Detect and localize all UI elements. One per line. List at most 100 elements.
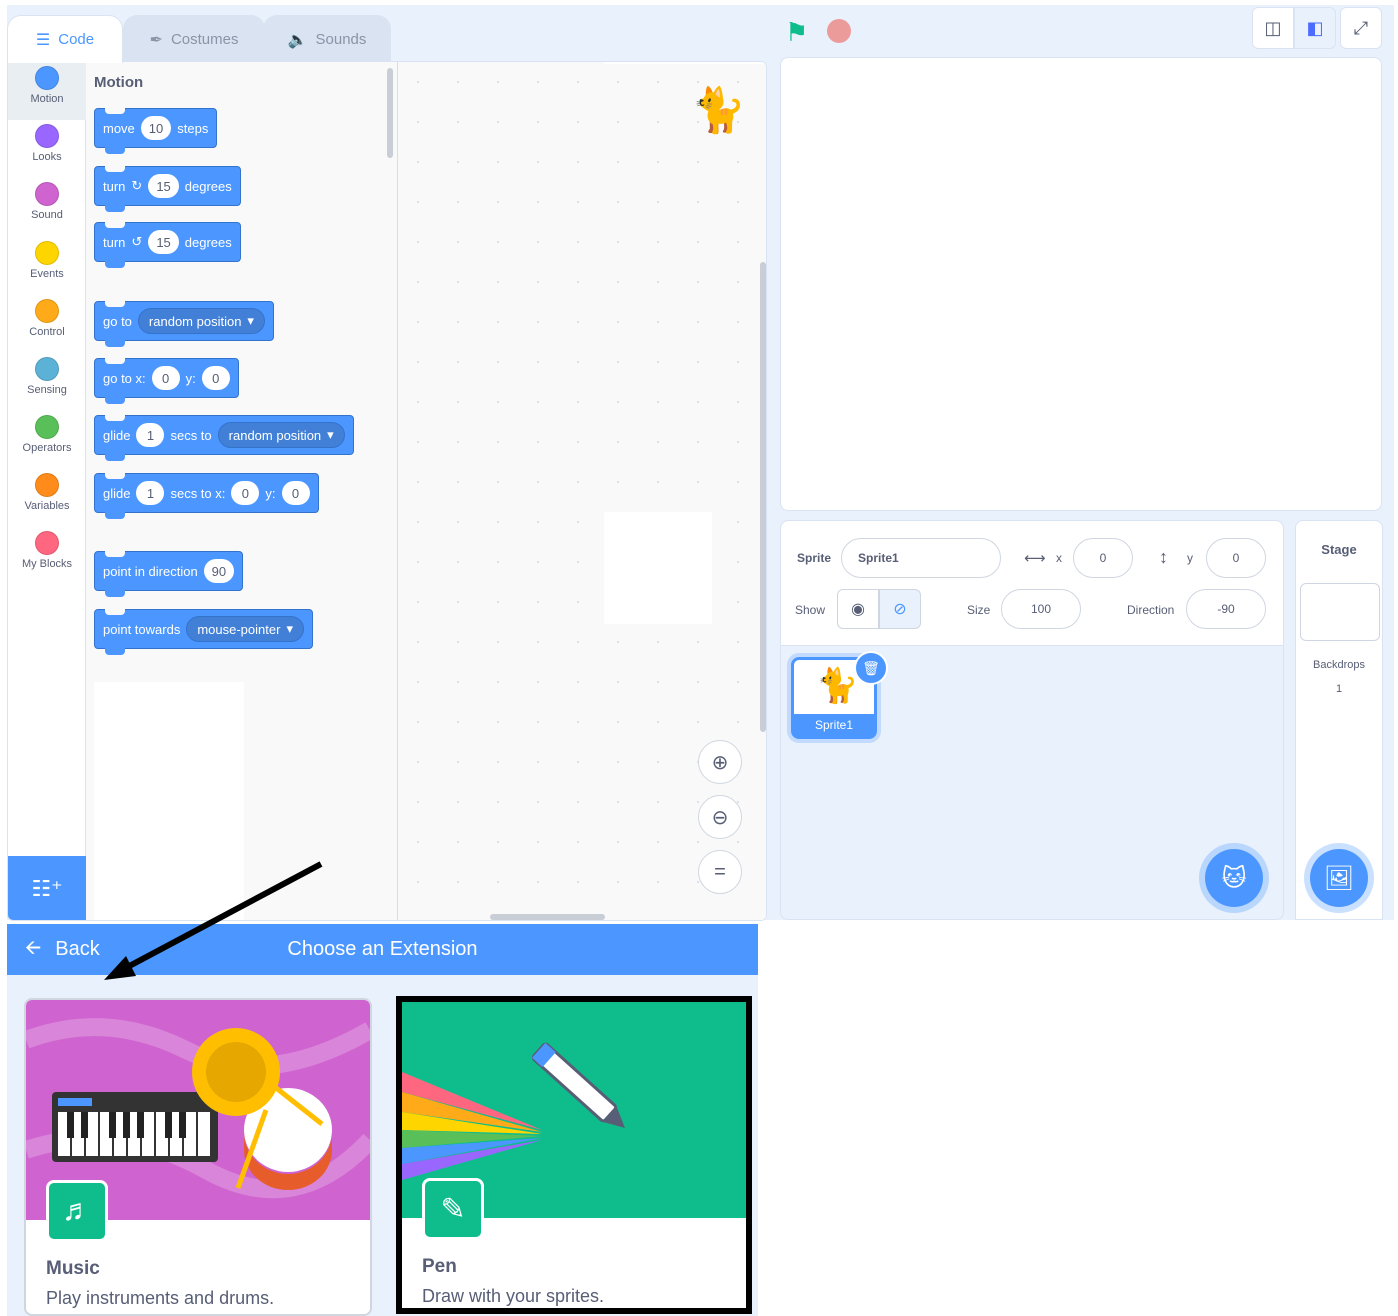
show-sprite-button[interactable]: ◉ bbox=[837, 589, 879, 629]
x-position-input[interactable]: 0 bbox=[1073, 538, 1133, 578]
sprite-name-input[interactable]: Sprite1 bbox=[841, 538, 1001, 578]
green-flag-icon: ⚑ bbox=[785, 17, 809, 47]
secs-input[interactable]: 1 bbox=[136, 481, 165, 505]
block-move-steps[interactable]: move 10 steps bbox=[94, 108, 218, 154]
redacted-strip bbox=[604, 62, 766, 64]
tab-costumes[interactable]: ✒ Costumes bbox=[123, 15, 265, 63]
size-input[interactable]: 100 bbox=[1001, 589, 1081, 629]
stage-selector[interactable]: Stage Backdrops 1 🖼 bbox=[1295, 520, 1383, 920]
eye-icon: ◉ bbox=[851, 601, 865, 618]
rotate-right-icon: ↻ bbox=[131, 178, 143, 193]
point-towards-dropdown[interactable]: mouse-pointer ▾ bbox=[186, 616, 304, 642]
script-area[interactable]: 🐈 ⊕ ⊖ = bbox=[398, 62, 766, 920]
caret-down-icon: ▾ bbox=[286, 621, 293, 636]
add-extension-button[interactable]: ☷⁺ bbox=[8, 856, 86, 920]
go-to-target-dropdown[interactable]: random position ▾ bbox=[137, 308, 265, 334]
category-sound[interactable]: Sound bbox=[8, 178, 86, 236]
block-palette: Motion move 10 steps turn ↻ 15 degrees t… bbox=[86, 62, 398, 920]
green-flag-button[interactable]: ⚑ bbox=[785, 17, 808, 48]
y-arrows-icon: ↕ bbox=[1159, 547, 1168, 567]
stop-button[interactable] bbox=[827, 19, 851, 43]
backdrops-count: 1 bbox=[1335, 683, 1343, 695]
x-input[interactable]: 0 bbox=[231, 481, 260, 505]
category-variables[interactable]: Variables bbox=[8, 469, 86, 527]
tab-sounds[interactable]: 🔈 Sounds bbox=[263, 15, 391, 63]
y-input[interactable]: 0 bbox=[201, 366, 230, 390]
y-position-input[interactable]: 0 bbox=[1206, 538, 1266, 578]
y-input[interactable]: 0 bbox=[281, 481, 310, 505]
events-dot-icon bbox=[35, 241, 59, 265]
zoom-reset-button[interactable]: = bbox=[698, 850, 742, 894]
sprite-label: Sprite bbox=[797, 551, 832, 565]
sprite-cat-icon: 🐈 bbox=[816, 667, 859, 705]
category-control[interactable]: Control bbox=[8, 295, 86, 353]
fullscreen-button[interactable]: ⤢ bbox=[1340, 7, 1382, 49]
scratch-editor-screenshot: ☰ Code ✒ Costumes 🔈 Sounds Motion Looks bbox=[0, 0, 1398, 1316]
category-motion[interactable]: Motion bbox=[8, 62, 86, 120]
pen-icon: ✎ bbox=[422, 1178, 484, 1240]
x-input[interactable]: 0 bbox=[151, 366, 180, 390]
extension-library-header: 🡨 Back Choose an Extension bbox=[7, 924, 758, 975]
category-sensing[interactable]: Sensing bbox=[8, 353, 86, 411]
extension-description: Play instruments and drums. bbox=[46, 1288, 275, 1308]
editor-tabs: ☰ Code ✒ Costumes 🔈 Sounds bbox=[7, 15, 767, 63]
code-icon: ☰ bbox=[35, 31, 51, 49]
category-events[interactable]: Events bbox=[8, 237, 86, 295]
direction-input[interactable]: 90 bbox=[203, 559, 235, 583]
control-dot-icon bbox=[35, 299, 59, 323]
add-sprite-icon: 🐱 bbox=[1221, 864, 1247, 892]
backdrops-label: Backdrops bbox=[1313, 659, 1365, 671]
eye-slash-icon: ⊘ bbox=[893, 601, 907, 618]
block-go-to-xy[interactable]: go to x: 0 y: 0 bbox=[94, 358, 239, 404]
large-stage-button[interactable]: ◧ bbox=[1294, 7, 1336, 49]
block-turn-right[interactable]: turn ↻ 15 degrees bbox=[94, 166, 241, 212]
size-label: Size bbox=[967, 603, 991, 617]
hide-sprite-button[interactable]: ⊘ bbox=[879, 589, 921, 629]
category-operators[interactable]: Operators bbox=[8, 411, 86, 469]
my-blocks-dot-icon bbox=[35, 531, 59, 555]
sprite-pane: Sprite Sprite1 ⟷ x 0 ↕ y 0 Show ◉ ⊘ Size… bbox=[780, 520, 1284, 920]
direction-input[interactable]: -90 bbox=[1186, 589, 1266, 629]
choose-backdrop-button[interactable]: 🖼 bbox=[1310, 849, 1368, 907]
zoom-in-button[interactable]: ⊕ bbox=[698, 740, 742, 784]
stage-thumbnail[interactable] bbox=[1300, 583, 1380, 641]
block-point-in-direction[interactable]: point in direction 90 bbox=[94, 551, 244, 597]
palette-section-title: Motion bbox=[94, 74, 144, 91]
block-glide-xy[interactable]: glide 1 secs to x: 0 y: 0 bbox=[94, 473, 319, 519]
sound-dot-icon bbox=[35, 182, 59, 206]
category-looks[interactable]: Looks bbox=[8, 120, 86, 178]
delete-sprite-button[interactable]: 🗑 bbox=[854, 651, 888, 685]
caret-down-icon: ▾ bbox=[247, 313, 254, 328]
sprite-cat-icon: 🐈 bbox=[691, 86, 746, 135]
glide-target-dropdown[interactable]: random position ▾ bbox=[217, 422, 345, 448]
extension-card-pen[interactable]: ✎ Pen Draw with your sprites. bbox=[396, 996, 752, 1314]
category-my-blocks[interactable]: My Blocks bbox=[8, 527, 86, 585]
extension-name: Pen bbox=[422, 1256, 457, 1277]
stage-canvas[interactable] bbox=[780, 57, 1382, 511]
zoom-out-icon: ⊖ bbox=[711, 806, 729, 829]
small-stage-button[interactable]: ◫ bbox=[1252, 7, 1294, 49]
degrees-input[interactable]: 15 bbox=[148, 174, 179, 198]
palette-scrollbar[interactable] bbox=[387, 68, 393, 158]
stage-title: Stage bbox=[1321, 541, 1357, 557]
secs-input[interactable]: 1 bbox=[136, 423, 165, 447]
script-horizontal-scrollbar[interactable] bbox=[490, 914, 605, 920]
extension-card-music[interactable]: ♬ Music Play instruments and drums. bbox=[24, 998, 372, 1316]
x-label: x bbox=[1056, 551, 1062, 565]
block-turn-left[interactable]: turn ↺ 15 degrees bbox=[94, 222, 241, 268]
block-go-to[interactable]: go to random position ▾ bbox=[94, 301, 274, 347]
choose-sprite-button[interactable]: 🐱 bbox=[1205, 849, 1263, 907]
block-point-towards[interactable]: point towards mouse-pointer ▾ bbox=[94, 609, 313, 655]
block-glide-to[interactable]: glide 1 secs to random position ▾ bbox=[94, 415, 354, 461]
steps-input[interactable]: 10 bbox=[140, 116, 172, 140]
zoom-in-icon: ⊕ bbox=[711, 751, 729, 774]
script-vertical-scrollbar[interactable] bbox=[760, 262, 766, 732]
show-label: Show bbox=[795, 603, 826, 617]
tab-code[interactable]: ☰ Code bbox=[7, 15, 123, 63]
redacted-area bbox=[94, 682, 244, 920]
zoom-out-button[interactable]: ⊖ bbox=[698, 795, 742, 839]
degrees-input[interactable]: 15 bbox=[148, 230, 179, 254]
looks-dot-icon bbox=[35, 124, 59, 148]
sensing-dot-icon bbox=[35, 357, 59, 381]
add-extension-icon: ☷⁺ bbox=[31, 876, 63, 901]
